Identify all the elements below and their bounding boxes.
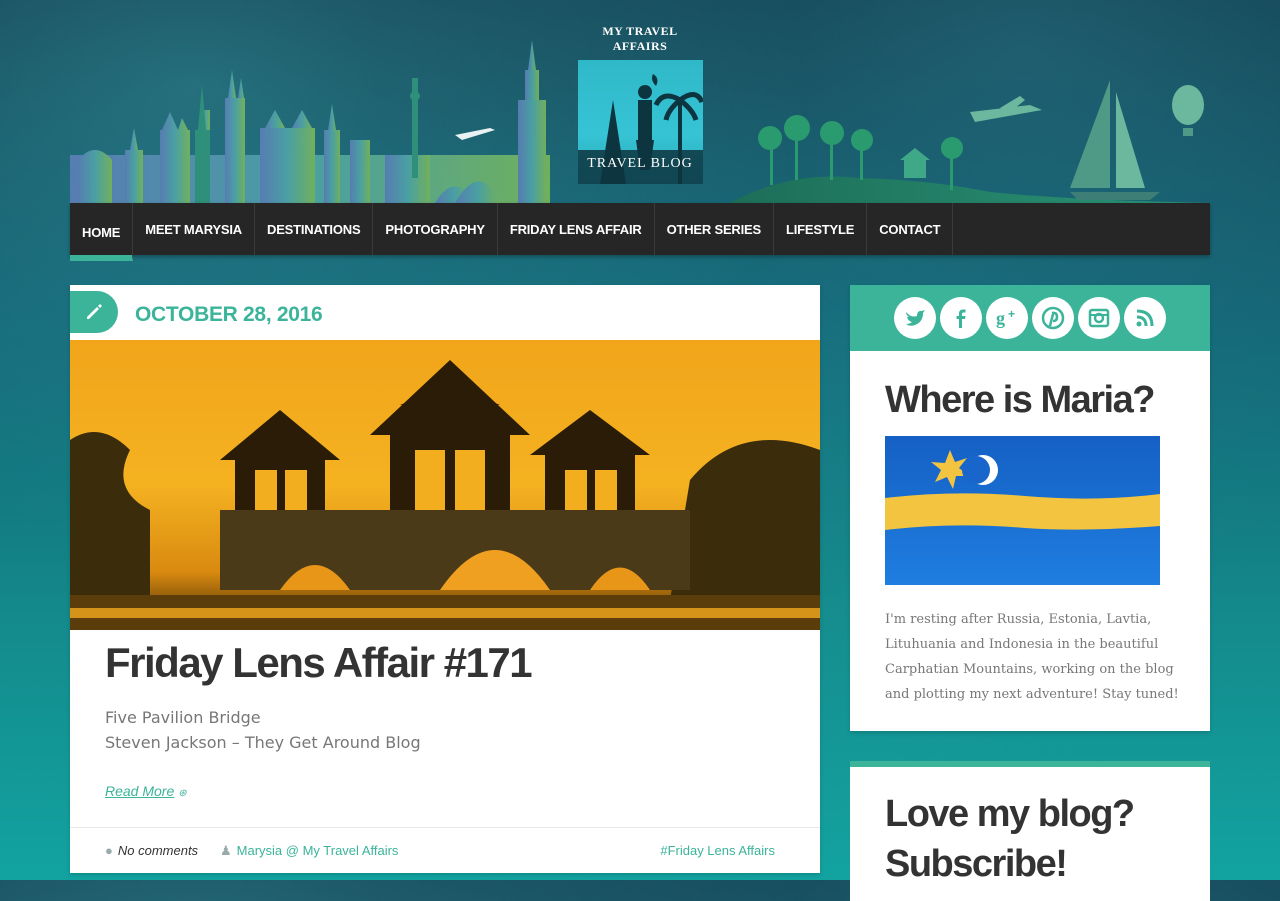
category-tag-link[interactable]: #Friday Lens Affairs: [660, 843, 775, 858]
comments-count: No comments: [117, 843, 199, 858]
facebook-icon[interactable]: [940, 297, 982, 339]
where-is-maria-heading: Where is Maria?: [885, 379, 1155, 421]
sidebar-social-widget: g + Where is Maria? I'm resting after Rus…: [850, 285, 1210, 731]
where-is-maria-text: I'm resting after Russia, Estonia, Lavti…: [885, 612, 1179, 702]
logo-subtitle: Travel Blog: [587, 156, 693, 171]
blog-post-card: OCTOBER 28, 2016 Friday Lens Affair #171…: [70, 285, 820, 873]
nav-item-home[interactable]: HOME: [70, 203, 134, 261]
featured-image[interactable]: [70, 340, 820, 630]
nav-item-other-series[interactable]: OTHER SERIES: [655, 203, 774, 255]
post-meta-footer: ● No comments ♟ Marysia @ My Travel Affair…: [70, 827, 820, 873]
post-title[interactable]: Friday Lens Affair #171: [105, 639, 533, 687]
svg-text:g: g: [996, 308, 1005, 328]
arrow-circle-icon: ⊛: [178, 788, 187, 799]
user-icon: ♟: [220, 843, 232, 858]
nav-item-lifestyle[interactable]: LIFESTYLE: [774, 203, 868, 255]
sidebar-subscribe-widget: Love my blog? Subscribe!: [850, 761, 1210, 901]
nav-item-destinations[interactable]: DESTINATIONS: [255, 203, 374, 255]
subscribe-heading: Love my blog? Subscribe!: [885, 793, 1135, 885]
logo-title: My Travel Affairs: [602, 24, 678, 53]
twitter-icon[interactable]: [894, 297, 936, 339]
pinterest-icon[interactable]: [1032, 297, 1074, 339]
rss-icon[interactable]: [1124, 297, 1166, 339]
social-icons-bar: g +: [850, 285, 1210, 351]
comments-icon: ●: [105, 843, 113, 858]
post-date-bar: OCTOBER 28, 2016: [70, 285, 820, 340]
svg-text:+: +: [1008, 307, 1015, 321]
read-more-label: Read More: [105, 783, 175, 799]
read-more-link[interactable]: Read More ⊛: [105, 783, 187, 799]
site-logo[interactable]: My Travel Affairs Travel Blog: [575, 24, 705, 184]
author-name: Marysia @ My Travel Affairs: [236, 843, 399, 858]
main-navigation: HOME MEET MARYSIA DESTINATIONS PHOTOGRAP…: [70, 203, 1210, 261]
nav-item-contact[interactable]: CONTACT: [867, 203, 954, 255]
site-header: My Travel Affairs Travel Blog: [70, 0, 1210, 203]
author-link[interactable]: ♟ Marysia @ My Travel Affairs: [220, 843, 398, 859]
instagram-icon[interactable]: [1078, 297, 1120, 339]
nav-item-friday-lens-affair[interactable]: FRIDAY LENS AFFAIR: [498, 203, 655, 255]
google-plus-icon[interactable]: g +: [986, 297, 1028, 339]
nav-item-photography[interactable]: PHOTOGRAPHY: [373, 203, 498, 255]
post-date: OCTOBER 28, 2016: [135, 303, 323, 326]
post-excerpt-line-1: Five Pavilion Bridge: [105, 708, 261, 727]
post-excerpt-line-2: Steven Jackson – They Get Around Blog: [105, 733, 421, 752]
szekely-flag-image: [885, 436, 1160, 585]
pencil-icon: [70, 291, 118, 333]
nav-item-meet-marysia[interactable]: MEET MARYSIA: [133, 203, 255, 255]
comments-link[interactable]: ● No comments: [105, 843, 198, 858]
